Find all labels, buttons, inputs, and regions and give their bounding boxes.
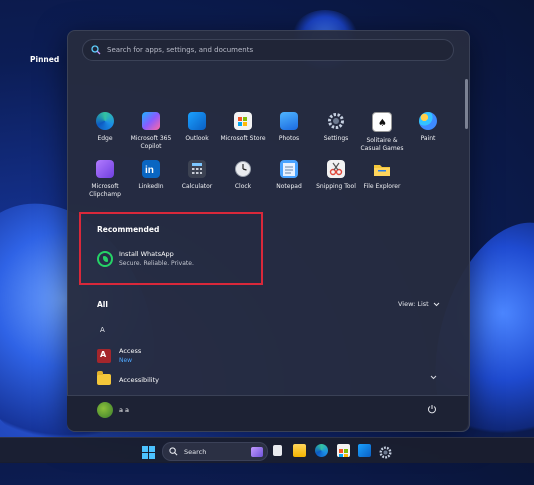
settings-taskbar-icon[interactable] xyxy=(379,444,392,459)
power-icon[interactable] xyxy=(427,404,437,414)
search-highlight-icon xyxy=(251,446,263,457)
start-button[interactable] xyxy=(142,444,155,459)
taskbar-search-box[interactable]: Search xyxy=(162,442,268,461)
app-label: Paint xyxy=(420,135,436,142)
taskbar-search-label: Search xyxy=(184,447,207,456)
app-label: Notepad xyxy=(276,183,302,190)
all-apps-title: All xyxy=(97,300,108,309)
recommended-item-subtitle: Secure. Reliable. Private. xyxy=(119,260,194,267)
photos-icon xyxy=(280,112,298,130)
chevron-down-icon xyxy=(433,302,440,306)
scrollbar-thumb[interactable] xyxy=(465,79,468,129)
app-label: Settings xyxy=(323,135,349,142)
app-settings[interactable]: Settings xyxy=(313,112,359,143)
taskbar: Search xyxy=(0,437,534,463)
app-label: Photos xyxy=(278,135,300,142)
svg-text:in: in xyxy=(145,165,154,176)
store-icon xyxy=(234,112,252,130)
file-explorer-icon xyxy=(373,160,391,178)
app-linkedin[interactable]: in LinkedIn xyxy=(128,160,174,191)
app-paint[interactable]: Paint xyxy=(405,112,451,143)
app-list-item-access[interactable]: Access New xyxy=(97,347,141,364)
calculator-icon xyxy=(188,160,206,178)
search-icon xyxy=(91,45,101,55)
copilot-icon xyxy=(142,112,160,130)
start-search-box[interactable] xyxy=(82,39,454,61)
user-name: a a xyxy=(119,406,130,414)
app-label: Clock xyxy=(234,183,252,190)
file-explorer-taskbar-icon[interactable] xyxy=(293,444,306,457)
settings-icon xyxy=(327,112,345,130)
pinned-title: Pinned xyxy=(30,55,60,64)
paint-icon xyxy=(419,112,437,130)
recommended-item-title: Install WhatsApp xyxy=(119,250,174,258)
outlook-icon xyxy=(188,112,206,130)
app-label: Outlook xyxy=(185,135,209,142)
solitaire-icon: ♠ xyxy=(372,112,392,132)
clipchamp-icon xyxy=(96,160,114,178)
start-search-input[interactable] xyxy=(105,45,429,55)
app-label: Microsoft 365 Copilot xyxy=(130,135,172,150)
access-icon xyxy=(97,348,111,363)
notepad-icon xyxy=(280,160,298,178)
view-list-label: View: List xyxy=(398,300,429,308)
app-edge[interactable]: Edge xyxy=(82,112,128,143)
app-label: LinkedIn xyxy=(138,183,164,190)
recommended-title: Recommended xyxy=(97,225,160,234)
expand-chevron-icon[interactable] xyxy=(430,375,437,380)
whatsapp-icon xyxy=(97,250,113,267)
linkedin-icon: in xyxy=(142,160,160,178)
app-label: Calculator xyxy=(181,183,213,190)
app-notepad[interactable]: Notepad xyxy=(266,160,312,191)
edge-taskbar-icon[interactable] xyxy=(315,444,328,457)
app-clock[interactable]: Clock xyxy=(220,160,266,191)
app-clipchamp[interactable]: Microsoft Clipchamp xyxy=(82,160,128,199)
app-calculator[interactable]: Calculator xyxy=(174,160,220,191)
task-view-icon[interactable] xyxy=(273,445,282,456)
app-outlook[interactable]: Outlook xyxy=(174,112,220,143)
avatar xyxy=(97,402,113,418)
app-snipping-tool[interactable]: Snipping Tool xyxy=(313,160,359,191)
windows-logo-icon xyxy=(142,446,155,459)
app-solitaire[interactable]: ♠ Solitaire & Casual Games xyxy=(359,112,405,153)
app-copilot[interactable]: Microsoft 365 Copilot xyxy=(128,112,174,151)
svg-text:♠: ♠ xyxy=(378,118,387,129)
app-label: Solitaire & Casual Games xyxy=(360,137,404,152)
recommended-highlight-box xyxy=(79,212,263,285)
letter-header-a[interactable]: A xyxy=(100,326,105,334)
view-list-button[interactable]: View: List xyxy=(398,300,440,308)
snipping-tool-icon xyxy=(327,160,345,178)
app-label: Edge xyxy=(97,135,113,142)
app-store[interactable]: Microsoft Store xyxy=(220,112,266,143)
new-badge: New xyxy=(119,357,133,364)
clock-icon xyxy=(234,160,252,178)
user-account-button[interactable]: a a xyxy=(97,402,129,418)
edge-icon xyxy=(96,112,114,130)
app-label: Snipping Tool xyxy=(316,183,356,190)
app-label: Microsoft Clipchamp xyxy=(89,183,121,198)
app-file-explorer[interactable]: File Explorer xyxy=(359,160,405,191)
search-icon xyxy=(169,447,178,456)
folder-icon xyxy=(97,371,111,385)
app-list-item-label: Accessibility xyxy=(119,375,159,384)
app-label: Microsoft Store xyxy=(220,135,266,142)
recommended-item-install-whatsapp[interactable]: Install WhatsApp Secure. Reliable. Priva… xyxy=(97,250,194,267)
app-label: File Explorer xyxy=(363,183,401,190)
store-taskbar-icon[interactable] xyxy=(337,444,350,457)
app-list-item-accessibility[interactable]: Accessibility xyxy=(97,371,159,385)
app-photos[interactable]: Photos xyxy=(266,112,312,143)
outlook-taskbar-icon[interactable] xyxy=(358,444,371,457)
app-list-item-label: Access xyxy=(119,347,142,355)
